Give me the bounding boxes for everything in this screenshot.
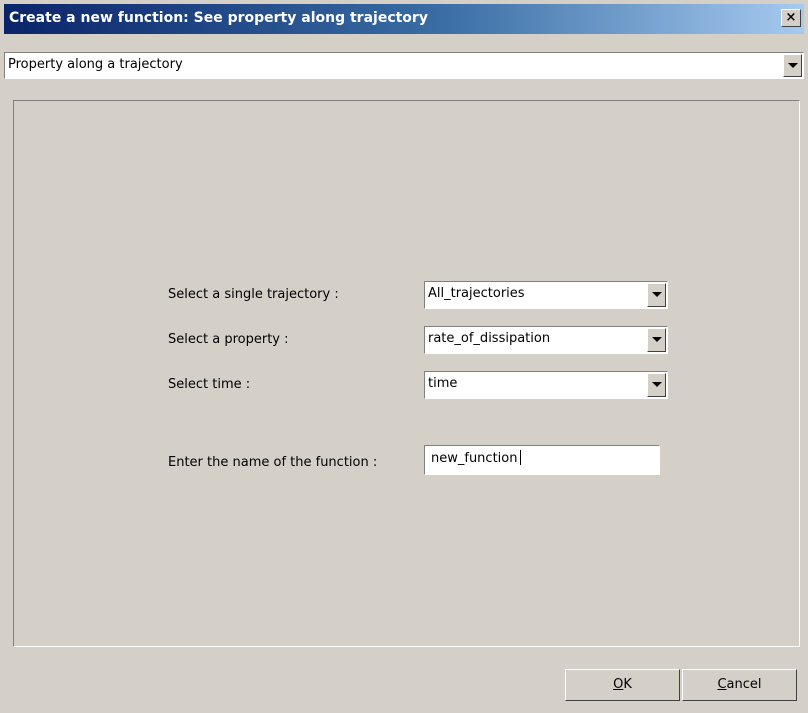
trajectory-value: All_trajectories: [428, 286, 525, 301]
function-name-input[interactable]: new_function: [424, 445, 660, 475]
function-name-label: Enter the name of the function :: [168, 455, 378, 470]
function-type-dropdown-button[interactable]: [783, 54, 802, 77]
time-dropdown-button[interactable]: [647, 373, 666, 397]
window-title: Create a new function: See property alon…: [9, 10, 428, 26]
time-select[interactable]: time: [424, 371, 668, 399]
time-value: time: [428, 376, 458, 391]
ok-button[interactable]: OK: [565, 669, 680, 701]
close-button[interactable]: ×: [781, 9, 801, 27]
function-name-value: new_function: [431, 450, 522, 466]
function-type-select[interactable]: Property along a trajectory: [4, 52, 804, 79]
time-label: Select time :: [168, 377, 251, 392]
chevron-down-icon: [652, 382, 662, 387]
trajectory-select[interactable]: All_trajectories: [424, 281, 668, 309]
trajectory-label: Select a single trajectory :: [168, 287, 339, 302]
trajectory-dropdown-button[interactable]: [647, 283, 666, 307]
property-select[interactable]: rate_of_dissipation: [424, 326, 668, 354]
title-bar[interactable]: Create a new function: See property alon…: [4, 4, 804, 34]
close-icon: ×: [785, 10, 797, 25]
property-dropdown-button[interactable]: [647, 328, 666, 352]
cancel-button[interactable]: Cancel: [682, 669, 797, 701]
chevron-down-icon: [788, 63, 798, 68]
property-label: Select a property :: [168, 332, 289, 347]
property-value: rate_of_dissipation: [428, 331, 551, 346]
function-type-value: Property along a trajectory: [8, 57, 183, 72]
options-panel: Select a single trajectory : All_traject…: [13, 100, 800, 647]
chevron-down-icon: [652, 292, 662, 297]
chevron-down-icon: [652, 337, 662, 342]
dialog-window: Create a new function: See property alon…: [0, 0, 808, 713]
text-caret: [520, 450, 522, 465]
